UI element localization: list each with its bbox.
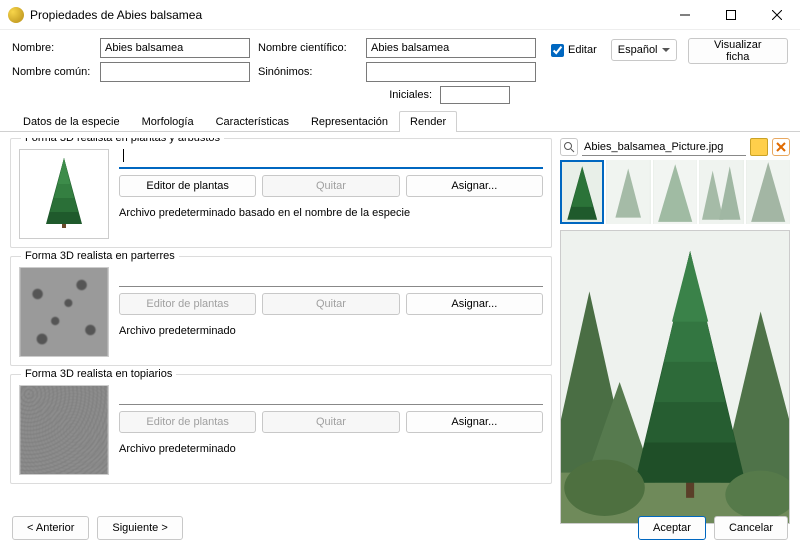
section-plants: Forma 3D realista en plantas y arbustos … <box>10 138 552 248</box>
assign-plants-button[interactable]: Asignar... <box>406 175 543 197</box>
thumb-plants <box>19 149 109 239</box>
prev-button[interactable]: < Anterior <box>12 516 89 540</box>
edit-label: Editar <box>568 44 597 56</box>
delete-image-icon[interactable] <box>772 138 790 156</box>
edit-checkbox[interactable]: Editar <box>547 42 601 59</box>
syn-field[interactable] <box>366 62 536 82</box>
section-parterres-legend: Forma 3D realista en parterres <box>21 250 179 262</box>
tab-representacion[interactable]: Representación <box>300 111 399 132</box>
close-button[interactable] <box>754 0 800 30</box>
section-topiarios-legend: Forma 3D realista en topiarios <box>21 368 176 380</box>
thumb-parterres <box>19 267 109 357</box>
thumbnail-2[interactable] <box>653 160 697 224</box>
tab-caracteristicas[interactable]: Características <box>205 111 300 132</box>
folder-icon[interactable] <box>750 138 768 156</box>
caption-topiarios: Archivo predeterminado <box>119 439 543 455</box>
remove-parterres-button[interactable]: Quitar <box>262 293 399 315</box>
caption-plants: Archivo predeterminado basado en el nomb… <box>119 203 543 219</box>
accept-button[interactable]: Aceptar <box>638 516 706 540</box>
thumbnail-4[interactable] <box>746 160 790 224</box>
footer: < Anterior Siguiente > Aceptar Cancelar <box>0 509 800 547</box>
path-plants[interactable] <box>119 149 543 169</box>
cancel-button[interactable]: Cancelar <box>714 516 788 540</box>
initials-field[interactable] <box>440 86 510 104</box>
name-field[interactable] <box>100 38 250 58</box>
visualize-button[interactable]: Visualizar ficha <box>688 38 788 64</box>
image-preview <box>560 230 790 524</box>
thumbnail-1[interactable] <box>606 160 650 224</box>
editor-topiarios-button[interactable]: Editor de plantas <box>119 411 256 433</box>
name-label: Nombre: <box>12 42 92 54</box>
language-value: Español <box>618 44 658 56</box>
path-parterres[interactable] <box>119 267 543 287</box>
language-select[interactable]: Español <box>611 39 677 61</box>
section-plants-legend: Forma 3D realista en plantas y arbustos <box>21 138 224 144</box>
search-icon[interactable] <box>560 138 578 156</box>
common-label: Nombre común: <box>12 66 92 78</box>
tab-render[interactable]: Render <box>399 111 457 132</box>
path-topiarios[interactable] <box>119 385 543 405</box>
thumb-topiarios <box>19 385 109 475</box>
window-title: Propiedades de Abies balsamea <box>30 8 662 22</box>
thumbnail-strip <box>560 160 790 224</box>
assign-parterres-button[interactable]: Asignar... <box>406 293 543 315</box>
syn-label: Sinónimos: <box>258 66 358 78</box>
common-field[interactable] <box>100 62 250 82</box>
tabs: Datos de la especie Morfología Caracterí… <box>0 110 800 132</box>
section-topiarios: Forma 3D realista en topiarios Editor de… <box>10 374 552 484</box>
editor-parterres-button[interactable]: Editor de plantas <box>119 293 256 315</box>
form-area: Nombre: Nombre científico: Nombre común:… <box>0 30 800 86</box>
sci-label: Nombre científico: <box>258 42 358 54</box>
maximize-button[interactable] <box>708 0 754 30</box>
editor-plants-button[interactable]: Editor de plantas <box>119 175 256 197</box>
remove-topiarios-button[interactable]: Quitar <box>262 411 399 433</box>
section-parterres: Forma 3D realista en parterres Editor de… <box>10 256 552 366</box>
remove-plants-button[interactable]: Quitar <box>262 175 399 197</box>
tab-datos[interactable]: Datos de la especie <box>12 111 131 132</box>
caption-parterres: Archivo predeterminado <box>119 321 543 337</box>
sci-field[interactable] <box>366 38 536 58</box>
tab-morfologia[interactable]: Morfología <box>131 111 205 132</box>
thumbnail-3[interactable] <box>699 160 743 224</box>
image-filename-field[interactable] <box>582 138 746 156</box>
thumbnail-0[interactable] <box>560 160 604 224</box>
app-icon <box>8 7 24 23</box>
titlebar: Propiedades de Abies balsamea <box>0 0 800 30</box>
initials-label: Iniciales: <box>389 89 432 101</box>
minimize-button[interactable] <box>662 0 708 30</box>
next-button[interactable]: Siguiente > <box>97 516 182 540</box>
tree-icon <box>24 154 104 234</box>
assign-topiarios-button[interactable]: Asignar... <box>406 411 543 433</box>
